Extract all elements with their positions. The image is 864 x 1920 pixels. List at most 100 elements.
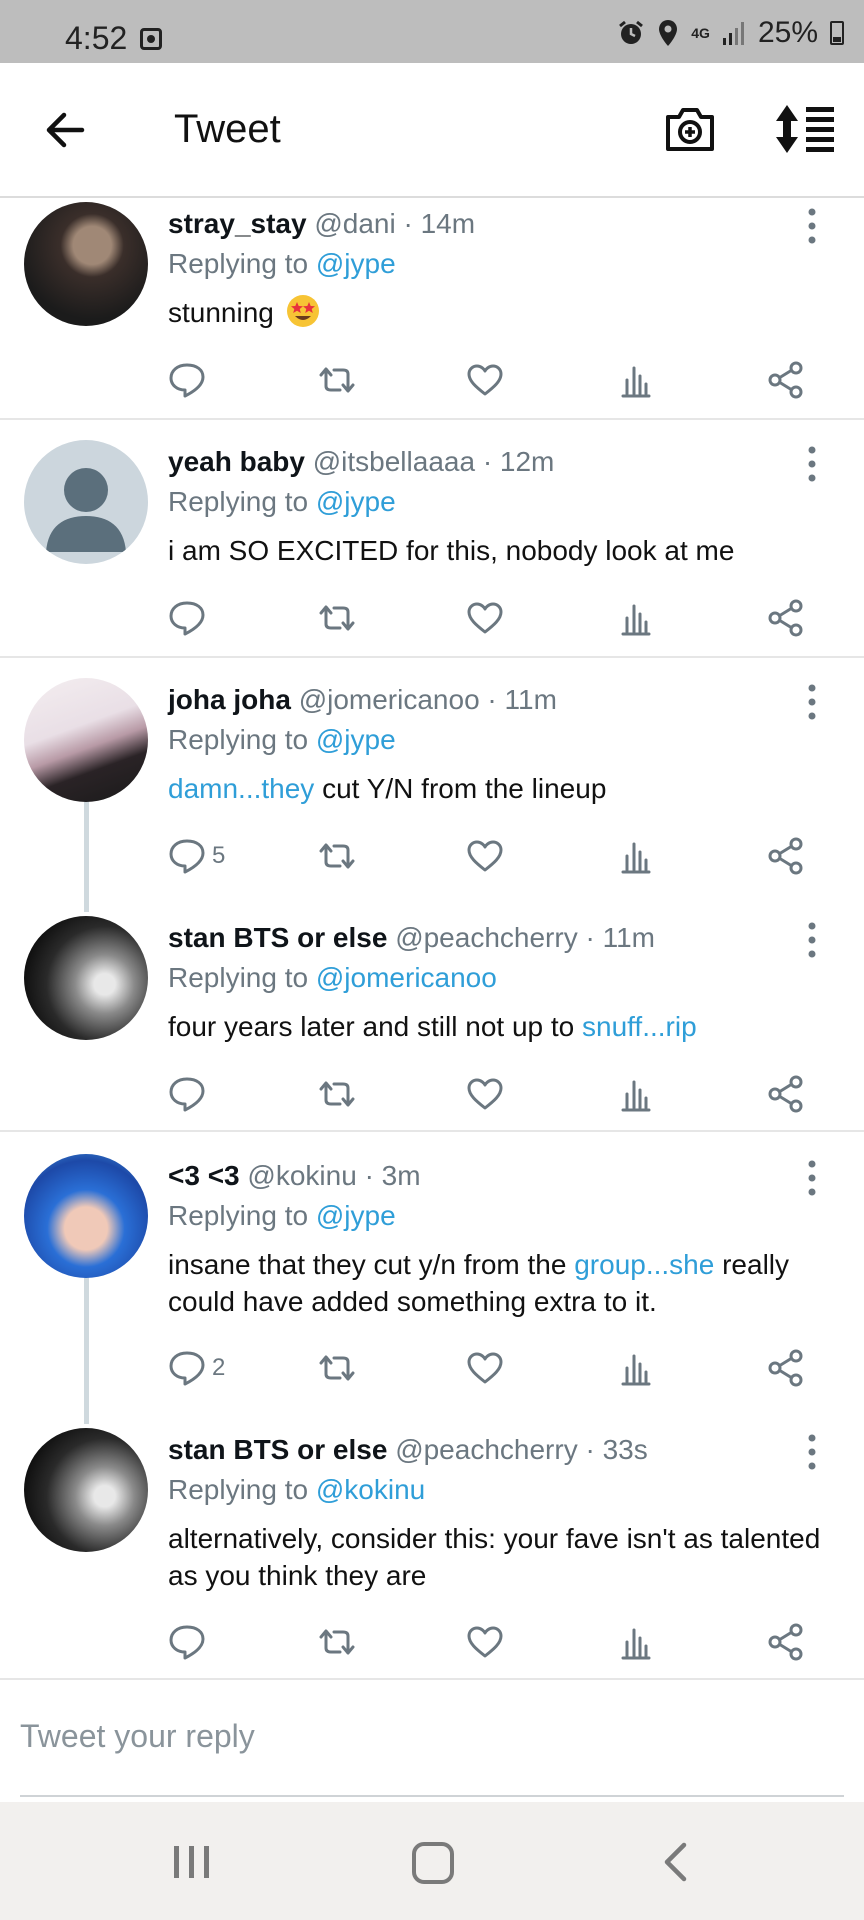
reply-icon	[169, 363, 205, 398]
retweet-button[interactable]	[316, 358, 358, 402]
tweet-actions: 2	[168, 1346, 818, 1390]
share-button[interactable]	[766, 596, 806, 640]
tweet-text: insane that they cut y/n from the group.…	[168, 1246, 828, 1320]
analytics-button[interactable]	[618, 1072, 654, 1116]
display-name[interactable]: stray_stay	[168, 208, 307, 239]
reply-button[interactable]: 5	[168, 834, 225, 878]
display-name[interactable]: stan BTS or else	[168, 1434, 387, 1465]
tweet[interactable]: joha joha @jomericanoo · 11m Replying to…	[0, 676, 864, 894]
battery-percent: 25%	[757, 16, 818, 49]
like-button[interactable]	[466, 358, 504, 402]
reply-button[interactable]: 2	[168, 1346, 225, 1390]
more-options-icon[interactable]	[800, 682, 824, 722]
more-options-icon[interactable]	[800, 1158, 824, 1198]
mention-link[interactable]: @kokinu	[316, 1474, 425, 1505]
retweet-icon	[319, 1355, 355, 1381]
more-options-icon[interactable]	[800, 444, 824, 484]
tweet-text-body: i am SO EXCITED for this, nobody look at…	[168, 535, 735, 566]
like-button[interactable]	[466, 596, 504, 640]
heart-icon	[467, 840, 503, 872]
display-name[interactable]: <3 <3	[168, 1160, 240, 1191]
tweet-link[interactable]: snuff...rip	[582, 1011, 697, 1042]
more-options-icon[interactable]	[800, 920, 824, 960]
retweet-button[interactable]	[316, 596, 358, 640]
reply-icon	[169, 1351, 205, 1386]
more-options-icon[interactable]	[800, 206, 824, 246]
sort-icon[interactable]	[774, 103, 838, 155]
reply-button[interactable]	[168, 1620, 212, 1664]
tweet[interactable]: stan BTS or else @peachcherry · 33s Repl…	[0, 1426, 864, 1678]
tweet-header: <3 <3 @kokinu · 3m	[168, 1160, 421, 1192]
share-icon	[768, 1349, 803, 1387]
tweet-actions	[168, 1620, 818, 1664]
analytics-button[interactable]	[618, 358, 654, 402]
tweet-link[interactable]: group...she	[574, 1249, 714, 1280]
avatar[interactable]	[24, 202, 148, 326]
back-arrow-icon[interactable]	[40, 105, 90, 155]
avatar[interactable]	[24, 1428, 148, 1552]
mention-link[interactable]: @jype	[316, 486, 396, 517]
like-button[interactable]	[466, 1620, 504, 1664]
share-button[interactable]	[766, 834, 806, 878]
retweet-button[interactable]	[316, 1072, 358, 1116]
retweet-button[interactable]	[316, 834, 358, 878]
tweet[interactable]: stray_stay @dani · 14m Replying to @jype…	[0, 200, 864, 418]
mention-link[interactable]: @jype	[316, 248, 396, 279]
tweet[interactable]: yeah baby @itsbellaaaa · 12m Replying to…	[0, 438, 864, 656]
retweet-button[interactable]	[316, 1346, 358, 1390]
reply-input[interactable]: Tweet your reply	[20, 1718, 255, 1755]
page-title: Tweet	[174, 107, 281, 151]
avatar[interactable]	[24, 916, 148, 1040]
tweet-link[interactable]: damn...they	[168, 773, 314, 804]
display-name[interactable]: stan BTS or else	[168, 922, 387, 953]
display-name[interactable]: yeah baby	[168, 446, 305, 477]
share-button[interactable]	[766, 358, 806, 402]
system-nav-bar	[0, 1802, 864, 1920]
like-button[interactable]	[466, 1346, 504, 1390]
tweet-header: yeah baby @itsbellaaaa · 12m	[168, 446, 554, 478]
avatar[interactable]	[24, 440, 148, 564]
analytics-button[interactable]	[618, 1620, 654, 1664]
analytics-icon	[621, 1628, 651, 1660]
share-icon	[768, 599, 803, 637]
recent-apps-icon[interactable]	[172, 1844, 212, 1880]
like-button[interactable]	[466, 1072, 504, 1116]
display-name[interactable]: joha joha	[168, 684, 291, 715]
camera-add-icon[interactable]	[664, 103, 716, 155]
tweet[interactable]: <3 <3 @kokinu · 3m Replying to @jype ins…	[0, 1152, 864, 1414]
reply-button[interactable]	[168, 1072, 212, 1116]
mention-link[interactable]: @jype	[316, 724, 396, 755]
share-button[interactable]	[766, 1346, 806, 1390]
handle-time: @peachcherry · 33s	[395, 1434, 648, 1465]
analytics-button[interactable]	[618, 1346, 654, 1390]
reply-icon	[169, 839, 205, 874]
reply-button[interactable]	[168, 358, 212, 402]
retweet-button[interactable]	[316, 1620, 358, 1664]
mention-link[interactable]: @jype	[316, 1200, 396, 1231]
replying-to: Replying to @jype	[168, 1200, 396, 1232]
handle-time: @kokinu · 3m	[247, 1160, 421, 1191]
network-type: 4G	[691, 25, 710, 41]
like-button[interactable]	[466, 834, 504, 878]
retweet-icon	[319, 367, 355, 393]
avatar[interactable]	[24, 678, 148, 802]
tweet-text-body: cut Y/N from the lineup	[314, 773, 607, 804]
nav-back-icon[interactable]	[660, 1842, 690, 1882]
more-options-icon[interactable]	[800, 1432, 824, 1472]
tweet[interactable]: stan BTS or else @peachcherry · 11m Repl…	[0, 914, 864, 1132]
handle-time: @peachcherry · 11m	[395, 922, 655, 953]
reply-composer[interactable]: Tweet your reply	[0, 1680, 864, 1802]
status-icons: 4G 25%	[617, 16, 844, 49]
analytics-button[interactable]	[618, 596, 654, 640]
avatar[interactable]	[24, 1154, 148, 1278]
analytics-button[interactable]	[618, 834, 654, 878]
share-button[interactable]	[766, 1620, 806, 1664]
tweet-header: stan BTS or else @peachcherry · 33s	[168, 1434, 648, 1466]
analytics-icon	[621, 1080, 651, 1112]
handle-time: @jomericanoo · 11m	[298, 684, 557, 715]
tweet-actions	[168, 1072, 818, 1116]
share-button[interactable]	[766, 1072, 806, 1116]
mention-link[interactable]: @jomericanoo	[316, 962, 497, 993]
reply-button[interactable]	[168, 596, 212, 640]
home-icon[interactable]	[412, 1842, 454, 1884]
